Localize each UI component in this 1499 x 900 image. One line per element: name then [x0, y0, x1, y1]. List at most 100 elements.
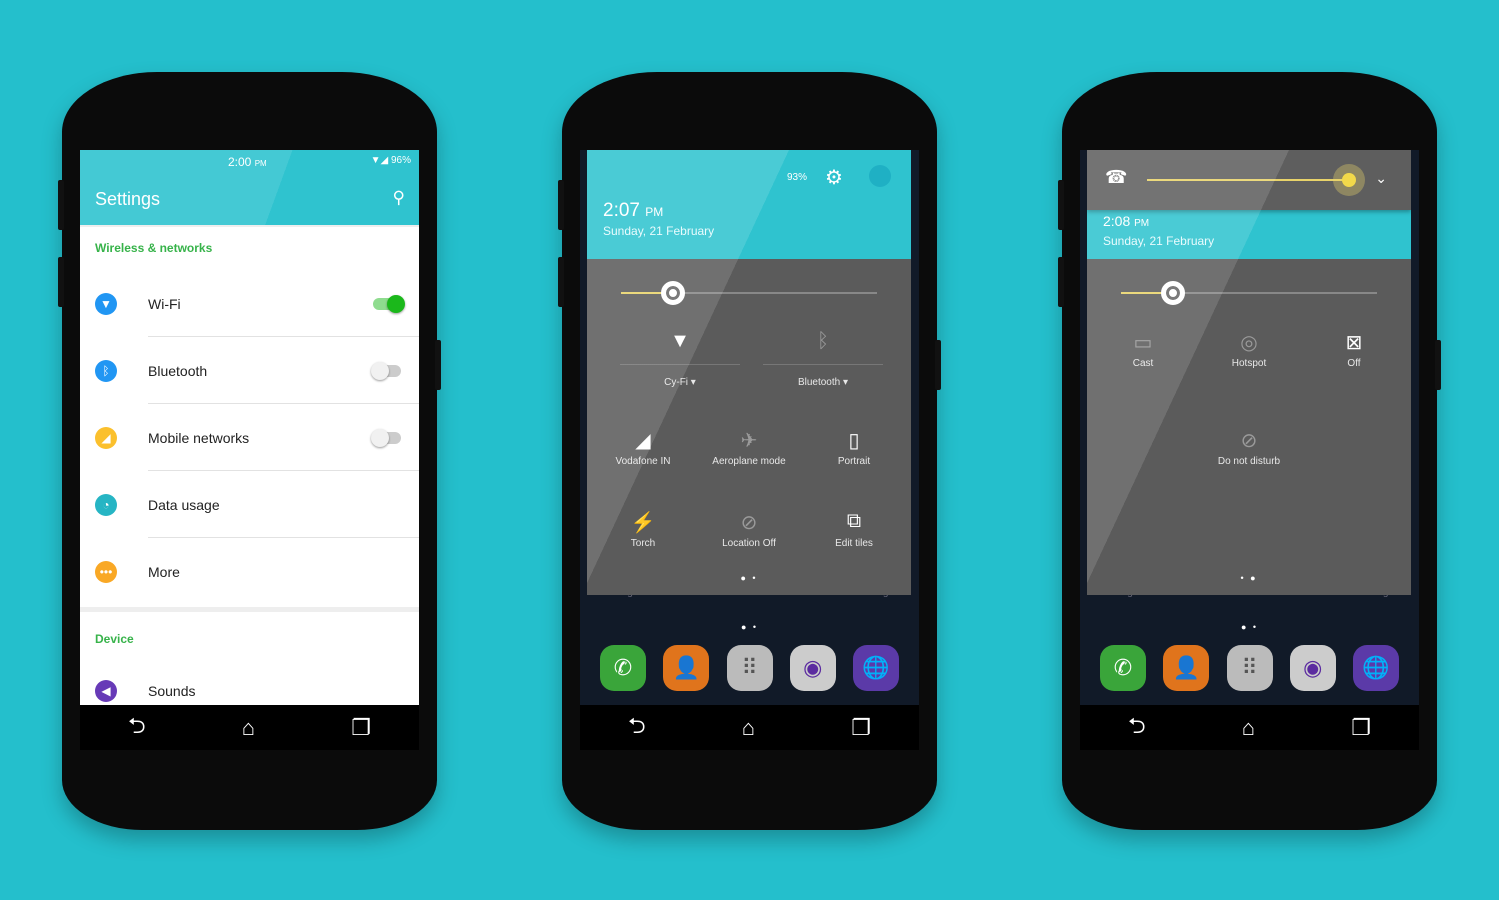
hotspot-icon: ◎ [1240, 332, 1258, 354]
phone-icon[interactable]: ✆ [1100, 645, 1146, 691]
page-title: Settings [95, 189, 161, 209]
back-icon[interactable]: ⮌ [628, 709, 646, 747]
nav-bar: ⮌ ⌂ ❐ [580, 705, 919, 750]
airplane-icon: ✈ [740, 430, 758, 452]
wireless-card: Wireless & networks ▼ Wi-Fi ᛒ Bluetooth ◢ M… [80, 227, 419, 607]
back-icon[interactable]: ⮌ [1128, 709, 1146, 747]
tile-hotspot[interactable]: ◎ Hotspot [1195, 330, 1303, 369]
settings-item-mobile-networks[interactable]: ◢ Mobile networks [80, 404, 419, 471]
torch-icon: ⚡ [630, 512, 656, 534]
phone-volume-panel: SettingsCalculatorMusicFile manager ● • … [1058, 72, 1441, 830]
wifi-toggle[interactable] [373, 294, 405, 313]
home-icon[interactable]: ⌂ [742, 715, 755, 741]
date: Sunday, 21 February [1103, 234, 1215, 248]
dock: ✆ 👤 ⠿ ◉ 🌐 [600, 645, 899, 691]
section-header: Device [95, 632, 134, 646]
recents-icon[interactable]: ❐ [851, 715, 871, 741]
power-button [435, 340, 441, 390]
quick-settings-panel: 2:08 PM Sunday, 21 February ☎ ⌄ ▭ Cast ◎ H… [1087, 150, 1411, 595]
page-indicator[interactable]: • ● [1087, 573, 1411, 583]
recents-icon[interactable]: ❐ [351, 715, 371, 741]
settings-item-wifi[interactable]: ▼ Wi-Fi [80, 270, 419, 337]
home-icon[interactable]: ⌂ [1242, 715, 1255, 741]
portrait-icon: ▯ [848, 430, 860, 452]
tile-aeroplane[interactable]: ✈ Aeroplane mode [695, 428, 803, 467]
tile-screen-off[interactable]: ⊠ Off [1300, 330, 1408, 369]
tile-portrait[interactable]: ▯ Portrait [800, 428, 908, 467]
phone-icon[interactable]: ✆ [600, 645, 646, 691]
wifi-icon: ▼ [95, 292, 117, 315]
quick-settings-panel: 93% ⚙ 2:07 PM Sunday, 21 February ▼ Cy-Fi… [587, 150, 911, 595]
ringer-icon[interactable]: ☎ [1105, 167, 1127, 188]
tile-bluetooth[interactable]: ᛒ Bluetooth ▾ [763, 330, 883, 388]
data-usage-icon: ◔ [95, 493, 117, 516]
bluetooth-off-icon: ᛒ [817, 330, 829, 352]
browser-icon[interactable]: 🌐 [1353, 645, 1399, 691]
page-indicator[interactable]: ● • [587, 573, 911, 583]
volume-button [558, 180, 564, 230]
phone-settings: 2:00 PM ▼◢ 96% Settings ⚲ Wireless & net… [58, 72, 441, 830]
device-card: Device ◀ Sounds [80, 612, 419, 712]
nav-bar: ⮌ ⌂ ❐ [80, 705, 419, 750]
volume-button [558, 257, 564, 307]
brightness-icon[interactable] [1161, 281, 1185, 305]
gear-icon[interactable]: ⚙ [825, 165, 843, 190]
phone-quick-settings: SettingsCalculatorMusicFile manager ● • … [558, 72, 941, 830]
tile-cast[interactable]: ▭ Cast [1089, 330, 1197, 369]
brightness-slider[interactable] [1121, 281, 1377, 305]
signal-icon: ◢ [380, 155, 389, 166]
wifi-icon: ▼ [670, 330, 690, 352]
browser-icon[interactable]: 🌐 [853, 645, 899, 691]
tile-wifi[interactable]: ▼ Cy-Fi ▾ [620, 330, 740, 388]
tile-edit[interactable]: ⧉ Edit tiles [800, 510, 908, 549]
shade-header: 93% ⚙ 2:07 PM Sunday, 21 February [587, 150, 911, 259]
camera-icon[interactable]: ◉ [789, 645, 836, 691]
brightness-slider[interactable] [621, 281, 877, 305]
bluetooth-icon: ᛒ [95, 359, 117, 382]
apps-icon[interactable]: ⠿ [726, 645, 773, 691]
contacts-icon[interactable]: 👤 [663, 645, 710, 691]
mobile-networks-toggle[interactable] [371, 428, 401, 447]
signal-icon: ◢ [635, 430, 651, 452]
back-icon[interactable]: ⮌ [128, 709, 146, 747]
tile-vodafone[interactable]: ◢ Vodafone IN [589, 428, 697, 467]
clock: 2:08 PM [1103, 213, 1150, 229]
recents-icon[interactable]: ❐ [1351, 715, 1371, 741]
user-avatar-icon[interactable] [869, 165, 891, 187]
dock: ✆ 👤 ⠿ ◉ 🌐 [1100, 645, 1399, 691]
edit-tiles-icon: ⧉ [846, 510, 862, 532]
power-button [1435, 340, 1441, 390]
section-header: Wireless & networks [95, 241, 213, 255]
home-page-indicator: ● • [740, 622, 759, 632]
settings-item-bluetooth[interactable]: ᛒ Bluetooth [80, 337, 419, 404]
shade-header: 2:08 PM Sunday, 21 February [1087, 210, 1411, 259]
status-icons: ▼◢ 96% [370, 155, 411, 166]
volume-slider[interactable] [1147, 164, 1365, 196]
chevron-down-icon[interactable]: ⌄ [1375, 170, 1387, 187]
sound-icon: ◀ [95, 679, 117, 702]
volume-knob[interactable] [1333, 164, 1365, 196]
battery-level: 93% [787, 172, 808, 183]
app-bar: 2:00 PM ▼◢ 96% Settings ⚲ [80, 150, 419, 225]
volume-button [1058, 257, 1064, 307]
nav-bar: ⮌ ⌂ ❐ [1080, 705, 1419, 750]
status-time: 2:00 PM [228, 155, 267, 169]
bluetooth-toggle[interactable] [371, 361, 401, 380]
apps-icon[interactable]: ⠿ [1226, 645, 1273, 691]
date: Sunday, 21 February [603, 224, 715, 238]
more-icon: ••• [95, 560, 117, 583]
contacts-icon[interactable]: 👤 [1163, 645, 1210, 691]
tile-torch[interactable]: ⚡ Torch [589, 510, 697, 549]
tile-dnd[interactable]: ⊘ Do not disturb [1195, 428, 1303, 467]
tile-location[interactable]: ⊘ Location Off [695, 510, 803, 549]
brightness-icon[interactable] [661, 281, 685, 305]
home-page-indicator: ● • [1240, 622, 1259, 632]
mobile-data-icon: ◢ [95, 426, 117, 449]
home-icon[interactable]: ⌂ [242, 715, 255, 741]
search-icon[interactable]: ⚲ [393, 188, 405, 208]
camera-icon[interactable]: ◉ [1289, 645, 1336, 691]
settings-item-data-usage[interactable]: ◔ Data usage [80, 471, 419, 538]
volume-button [58, 257, 64, 307]
volume-panel: ☎ ⌄ [1087, 150, 1411, 210]
settings-item-more[interactable]: ••• More [80, 538, 419, 605]
